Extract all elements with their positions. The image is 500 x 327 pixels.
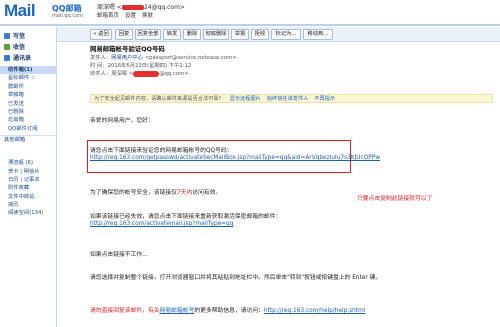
- sidebar: 写信 收信 通讯录 收件箱(1) 星标邮件 ☆ 群邮件 草稿箱 已发送 已删除 …: [0, 27, 57, 327]
- message-header: 网易邮箱帐号验证QQ号码 发件人：网易用户中心 <passport@servic…: [57, 42, 500, 82]
- message-pane: « 返回 回复 回复全部 转发 删除 彻底删除 举报 拒收 标记为... 移动到…: [57, 27, 500, 327]
- logo-url: mail.qq.com: [52, 13, 83, 19]
- sender-row: 发件人：网易用户中心 <passport@service.netease.com…: [90, 55, 237, 61]
- mark-as-dropdown[interactable]: 标记为...: [271, 29, 301, 40]
- recipient-row: 收件人：周深嗯 < @qq.com>: [90, 70, 189, 77]
- report-button[interactable]: 举报: [231, 29, 249, 40]
- user-account: 周深嗯 < 24@qq.com>: [97, 2, 185, 11]
- trust-sender-link[interactable]: 始终信任该发件人: [267, 96, 309, 102]
- expired-note: 如果该链接已经失效，请您点击下面链接来重新获取激活保密邮箱的邮件：: [90, 214, 282, 220]
- link-mail-home[interactable]: 邮箱首页: [97, 13, 119, 19]
- move-to-dropdown[interactable]: 移动到...: [303, 29, 333, 40]
- inbox-icon: [4, 43, 10, 50]
- recipient-name: 周深嗯 <: [111, 71, 134, 77]
- greeting: 亲爱的网易用户，您好：: [90, 118, 154, 124]
- sidebar-item-cards[interactable]: 贺卡 | 明信片: [0, 168, 56, 176]
- sidebar-item-spam[interactable]: 垃圾箱: [0, 116, 56, 124]
- header-divider: [0, 24, 500, 26]
- qq-mail-logo[interactable]: Mail: [4, 1, 36, 20]
- sidebar-item-inbox-check[interactable]: 收信: [0, 41, 56, 52]
- show-images-link[interactable]: 显示远程图片: [230, 96, 261, 102]
- sidebar-item-write[interactable]: 写信: [0, 30, 56, 41]
- sidebar-item-drift-bottle[interactable]: 漂流瓶 (6): [0, 159, 56, 167]
- permanent-delete-button[interactable]: 彻底删除: [203, 29, 229, 40]
- redaction-mark: [133, 70, 160, 77]
- message-subject: 网易邮箱帐号验证QQ号码: [90, 45, 165, 53]
- reply-all-button[interactable]: 回复全部: [135, 29, 161, 40]
- sidebar-item-drafts[interactable]: 草稿箱: [0, 91, 56, 99]
- sidebar-item-subscriptions[interactable]: QQ邮件订阅: [0, 125, 56, 133]
- validity-period: 7天内: [176, 190, 193, 196]
- sidebar-item-calendar[interactable]: 日历 | 记事本: [0, 176, 56, 184]
- redaction-mark: [121, 5, 144, 10]
- write-icon: [4, 32, 10, 39]
- delete-button[interactable]: 删除: [183, 29, 201, 40]
- no-click-note: 如果点击链接不工作...: [90, 252, 148, 258]
- sidebar-item-groups[interactable]: 群邮件: [0, 83, 56, 91]
- copy-note: 请您选择并复制整个链接，打开浏览器窗口并将其粘贴到地址栏中。然后单击"转到"按钮…: [90, 275, 382, 281]
- link-settings[interactable]: 设置: [125, 13, 136, 19]
- user-email-suffix: 24@qq.com>: [143, 4, 185, 11]
- user-links: 邮箱首页 设置 换肤: [97, 11, 159, 19]
- no-prompt-link[interactable]: 不再提示: [314, 96, 335, 102]
- footer-note: 请勿直接回复该邮件，有关网易邮箱帐号的更多帮助信息，请访问：http://reg…: [90, 308, 366, 314]
- sidebar-item-deleted[interactable]: 已删除: [0, 108, 56, 116]
- link-skin[interactable]: 换肤: [142, 13, 153, 19]
- logo-text: Mail: [4, 1, 36, 20]
- highlight-box: [87, 140, 351, 173]
- reject-button[interactable]: 拒收: [251, 29, 269, 40]
- help-page-link[interactable]: http://reg.163.com/help/help.shtml: [264, 308, 365, 314]
- sidebar-item-file-transfer[interactable]: 文件中转站: [0, 193, 56, 201]
- annotation-note: 只要点击复制此链接就可以了: [357, 196, 433, 202]
- user-name: 周深嗯 <: [97, 4, 122, 11]
- sidebar-item-contacts[interactable]: 通讯录: [0, 52, 56, 63]
- sidebar-item-attachments[interactable]: 附件收藏: [0, 184, 56, 192]
- recipient-email-suffix: @qq.com>: [159, 71, 189, 77]
- top-bar: Mail QQ邮箱 mail.qq.com 周深嗯 <24@qq.com> 邮箱…: [0, 0, 500, 24]
- security-note: 为了确保您的帐号安全，该链接仅7天内访问有效。: [90, 190, 222, 196]
- security-notice: 为了安全起见邮件内容，请确认邮件来源是否合法可靠？ 显示远程图片 始终信任该发件人不…: [90, 94, 493, 103]
- sidebar-item-inbox[interactable]: 收件箱(1): [0, 66, 56, 75]
- contacts-icon: [4, 54, 10, 61]
- time-row: 时 间：2016年6月23日(星期四) 下午2:12: [90, 63, 192, 69]
- sidebar-item-reading-space[interactable]: 阅读空间(134): [0, 209, 56, 217]
- reply-button[interactable]: 回复: [115, 29, 133, 40]
- reactivate-link[interactable]: http://reg.163.com/activatemail.jsp?mail…: [90, 221, 233, 227]
- toolbar: « 返回 回复 回复全部 转发 删除 彻底删除 举报 拒收 标记为... 移动到…: [57, 27, 500, 42]
- forward-button[interactable]: 转发: [163, 29, 181, 40]
- sidebar-item-sent[interactable]: 已发送: [0, 100, 56, 108]
- back-button[interactable]: « 返回: [90, 29, 112, 40]
- account-help-link[interactable]: 网易邮箱帐号: [160, 308, 195, 314]
- sidebar-item-resume[interactable]: 简历: [0, 201, 56, 209]
- sidebar-item-starred[interactable]: 星标邮件 ☆: [0, 74, 56, 82]
- sidebar-item-other-mailboxes[interactable]: 其他邮箱: [0, 135, 56, 145]
